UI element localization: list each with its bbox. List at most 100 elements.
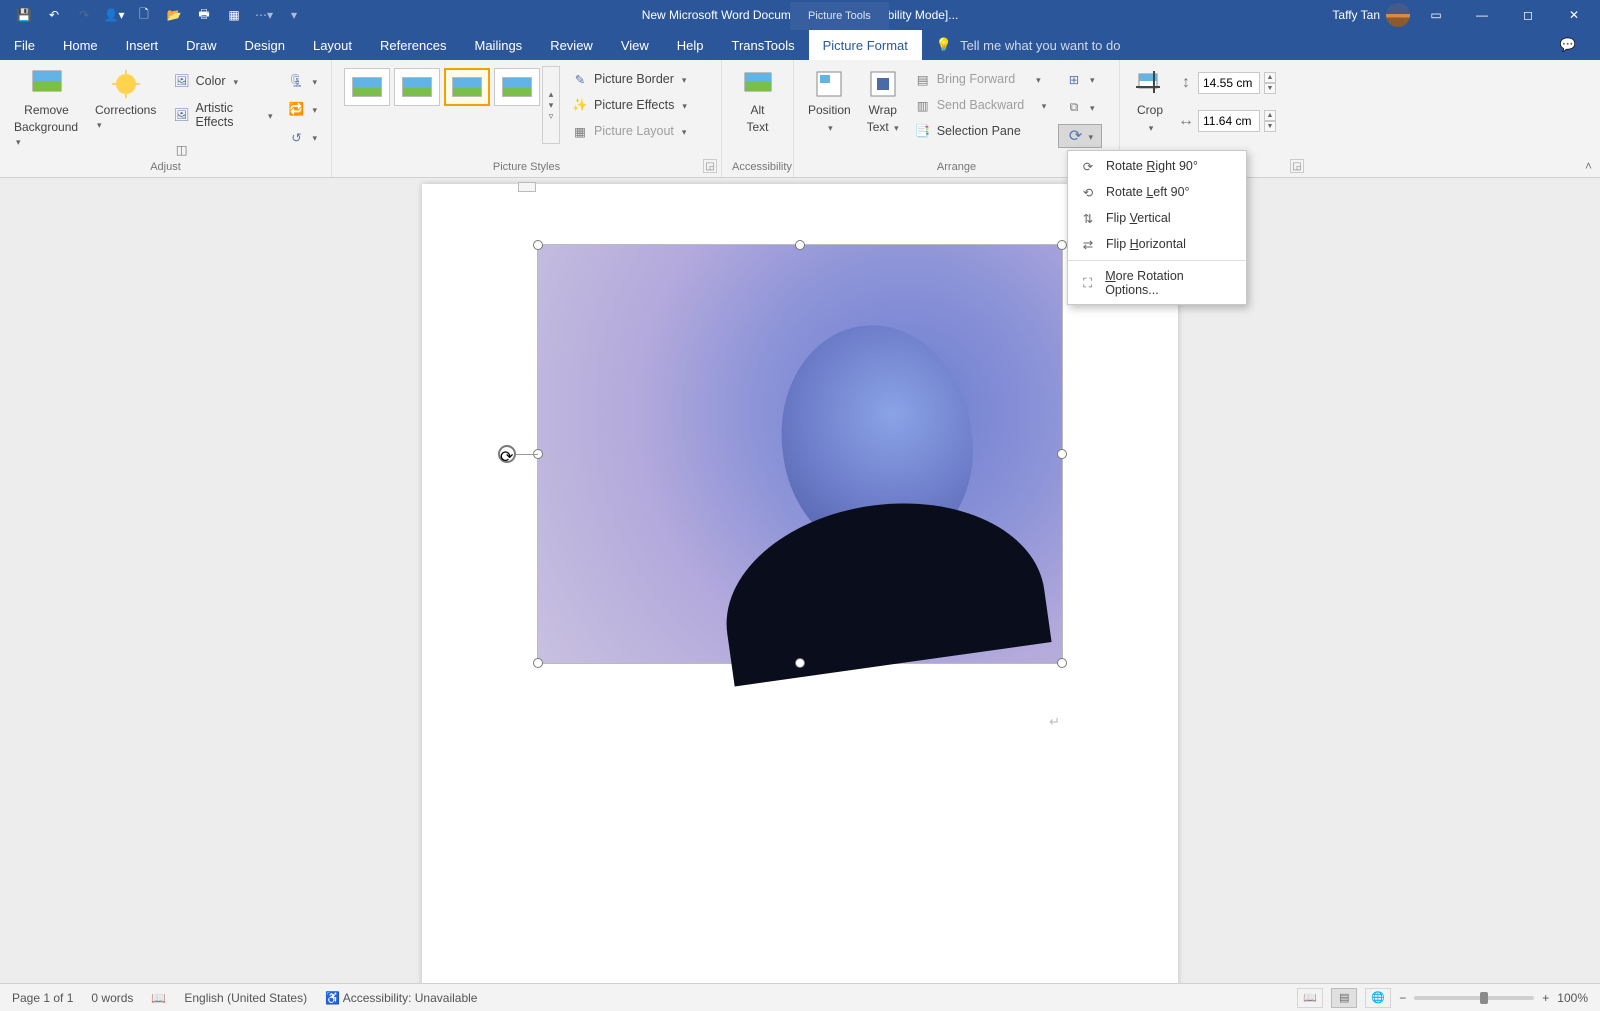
selection-pane-button[interactable]: 📑Selection Pane [911, 120, 1051, 142]
tab-view[interactable]: View [607, 30, 663, 60]
width-spin-up[interactable]: ▲ [1264, 110, 1276, 121]
tab-home[interactable]: Home [49, 30, 112, 60]
styles-dialog-launcher[interactable]: ◲ [703, 159, 717, 173]
alt-text-button[interactable]: Alt Text [738, 66, 778, 136]
qat-more-icon[interactable]: ⋯▾ [250, 3, 278, 27]
selection-handle[interactable] [533, 240, 543, 250]
position-icon [813, 68, 845, 100]
avatar[interactable] [1386, 3, 1410, 27]
tell-me-search[interactable]: 💡 Tell me what you want to do [922, 30, 1135, 60]
maximize-icon[interactable]: ◻ [1508, 0, 1548, 30]
picture-styles-more-button[interactable]: ▴▾▿ [542, 66, 560, 144]
compress-pictures-button[interactable]: 🗜 [284, 70, 321, 92]
undo-icon[interactable]: ↶ [40, 3, 68, 27]
selection-handle[interactable] [1057, 449, 1067, 459]
tab-help[interactable]: Help [663, 30, 718, 60]
qat-button[interactable]: 👤▾ [100, 3, 128, 27]
accessibility-status[interactable]: ♿ Accessibility: Unavailable [325, 991, 477, 1005]
more-rotation-options-item[interactable]: ⛶More Rotation Options... [1068, 264, 1246, 302]
comments-icon[interactable]: 💬 [1548, 30, 1588, 60]
zoom-slider[interactable] [1414, 996, 1534, 1000]
web-layout-button[interactable]: 🌐 [1365, 988, 1391, 1008]
selection-handle[interactable] [1057, 658, 1067, 668]
quick-print-icon[interactable]: 🖶 [190, 3, 218, 27]
qat-customize-icon[interactable]: ▾ [280, 3, 308, 27]
rotate-left-90-item[interactable]: ⟲Rotate Left 90° [1068, 179, 1246, 205]
picture-layout-button[interactable]: ▦Picture Layout [568, 120, 691, 142]
selection-handle[interactable] [795, 658, 805, 668]
tab-draw[interactable]: Draw [172, 30, 230, 60]
tab-insert[interactable]: Insert [112, 30, 173, 60]
tab-mailings[interactable]: Mailings [461, 30, 537, 60]
size-dialog-launcher[interactable]: ◲ [1290, 159, 1304, 173]
transparency-button[interactable]: ◫ [170, 138, 277, 160]
flip-horizontal-item[interactable]: ⇄Flip Horizontal [1068, 231, 1246, 257]
height-input[interactable] [1198, 72, 1260, 94]
page-status[interactable]: Page 1 of 1 [12, 991, 73, 1005]
artistic-effects-button[interactable]: 🖼Artistic Effects [170, 98, 277, 132]
reset-picture-button[interactable]: ↺ [284, 126, 321, 148]
tab-references[interactable]: References [366, 30, 460, 60]
read-mode-button[interactable]: 📖 [1297, 988, 1323, 1008]
page[interactable]: ⟳ ↵ [422, 184, 1178, 983]
height-icon: ↕ [1178, 75, 1194, 91]
crop-button[interactable]: Crop [1130, 66, 1170, 136]
minimize-icon[interactable]: — [1462, 0, 1502, 30]
new-doc-icon[interactable]: 🗋 [130, 3, 158, 27]
save-icon[interactable]: 💾 [10, 3, 38, 27]
tab-file[interactable]: File [0, 30, 49, 60]
tab-design[interactable]: Design [231, 30, 299, 60]
picture-style-thumb[interactable] [394, 68, 440, 106]
zoom-thumb[interactable] [1480, 992, 1488, 1004]
close-icon[interactable]: ✕ [1554, 0, 1594, 30]
wrap-text-button[interactable]: Wrap Text [863, 66, 903, 136]
redo-icon[interactable]: ↷ [70, 3, 98, 27]
rotate-handle[interactable]: ⟳ [498, 445, 516, 463]
picture-style-thumb[interactable] [344, 68, 390, 106]
table-icon[interactable]: ▦ [220, 3, 248, 27]
selection-handle[interactable] [533, 658, 543, 668]
width-input[interactable] [1198, 110, 1260, 132]
height-spin-up[interactable]: ▲ [1264, 72, 1276, 83]
open-icon[interactable]: 📂 [160, 3, 188, 27]
print-layout-button[interactable]: ▤ [1331, 988, 1357, 1008]
picture-effects-button[interactable]: ✨Picture Effects [568, 94, 691, 116]
zoom-in-button[interactable]: + [1542, 991, 1549, 1005]
height-spin-down[interactable]: ▼ [1264, 83, 1276, 94]
tab-picture-format[interactable]: Picture Format [809, 30, 922, 60]
flip-vertical-item[interactable]: ⇅Flip Vertical [1068, 205, 1246, 231]
zoom-level[interactable]: 100% [1557, 991, 1588, 1005]
bring-forward-button[interactable]: ▤Bring Forward [911, 68, 1051, 90]
rotate-right-90-item[interactable]: ⟳Rotate Right 90° [1068, 153, 1246, 179]
corrections-button[interactable]: Corrections [91, 66, 162, 133]
selection-handle[interactable] [1057, 240, 1067, 250]
ruler-marker[interactable] [518, 182, 536, 192]
width-spin-down[interactable]: ▼ [1264, 121, 1276, 132]
remove-background-button[interactable]: Remove Background [10, 66, 83, 150]
picture-border-button[interactable]: ✎Picture Border [568, 68, 691, 90]
label: Bring Forward [937, 72, 1016, 86]
color-button[interactable]: 🖼Color [170, 70, 277, 92]
position-button[interactable]: Position [804, 66, 855, 136]
tab-layout[interactable]: Layout [299, 30, 366, 60]
group-objects-button[interactable]: ⧉ [1062, 96, 1099, 118]
zoom-out-button[interactable]: − [1399, 991, 1406, 1005]
language-status[interactable]: English (United States) [184, 991, 307, 1005]
tab-review[interactable]: Review [536, 30, 607, 60]
group-label: Accessibility [732, 161, 783, 175]
picture-style-thumb[interactable] [494, 68, 540, 106]
picture-style-thumb-selected[interactable] [444, 68, 490, 106]
spellcheck-icon[interactable]: 📖 [151, 991, 166, 1005]
word-count[interactable]: 0 words [91, 991, 133, 1005]
selection-handle[interactable] [795, 240, 805, 250]
rotate-button[interactable]: ⟳ [1058, 124, 1102, 148]
label: Position [808, 103, 851, 117]
tab-transtools[interactable]: TransTools [718, 30, 809, 60]
collapse-ribbon-icon[interactable]: ˄ [1585, 159, 1592, 173]
selected-picture[interactable]: ⟳ [537, 244, 1063, 664]
change-picture-icon: 🔁 [288, 101, 304, 117]
align-button[interactable]: ⊞ [1062, 68, 1099, 90]
send-backward-button[interactable]: ▥Send Backward [911, 94, 1051, 116]
ribbon-display-icon[interactable]: ▭ [1416, 0, 1456, 30]
change-picture-button[interactable]: 🔁 [284, 98, 321, 120]
